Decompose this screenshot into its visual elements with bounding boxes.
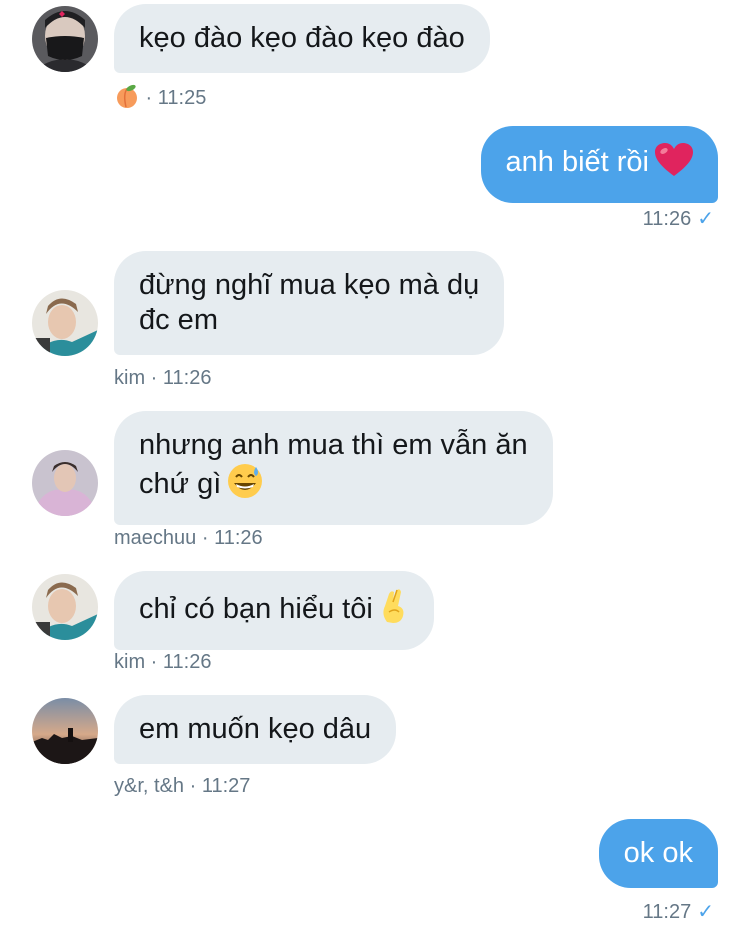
meta-separator: · (196, 527, 215, 549)
message-meta: y&r, t&h · 11:27 (114, 775, 250, 798)
red-heart-icon (655, 143, 693, 186)
sender-name[interactable]: kim (114, 651, 145, 673)
message-time: 11:27 (642, 901, 692, 923)
peach-icon (114, 83, 140, 115)
message-meta: 11:27 ✓ (643, 899, 714, 924)
message-text: chỉ có bạn hiểu tôi (139, 593, 373, 625)
crossed-fingers-icon (379, 588, 409, 633)
meta-separator: · (145, 367, 163, 389)
avatar-maechuu[interactable] (32, 450, 98, 516)
message-time: 11:26 (162, 367, 212, 389)
message-text: kẹo đào kẹo đào kẹo đào (139, 22, 465, 54)
message-meta: 11:26 ✓ (643, 206, 714, 231)
sender-name[interactable]: y&r, t&h (114, 775, 184, 797)
message-text: nhưng anh mua thì em vẫn ăn chứ gì (139, 429, 528, 500)
message-bubble-outgoing[interactable]: anh biết rồi (480, 126, 718, 203)
meta-separator: · (184, 775, 202, 797)
avatar-kim[interactable] (32, 574, 98, 640)
read-check-icon: ✓ (697, 901, 714, 923)
message-meta: kim · 11:26 (114, 367, 211, 390)
message-time: 11:27 (201, 775, 251, 797)
message-meta: maechuu · 11:26 (114, 527, 263, 550)
message-text: đừng nghĩ mua kẹo mà dụ đc em (139, 269, 480, 336)
message-bubble-incoming[interactable]: nhưng anh mua thì em vẫn ăn chứ gì (114, 411, 553, 525)
read-check-icon: ✓ (697, 208, 714, 230)
message-meta: · 11:25 (114, 83, 206, 115)
avatar-kim[interactable] (32, 290, 98, 356)
avatar-sunset[interactable] (32, 698, 98, 764)
message-time: 11:26 (642, 208, 692, 230)
message-bubble-incoming[interactable]: em muốn kẹo dâu (114, 695, 397, 764)
sender-name[interactable]: maechuu (114, 527, 196, 549)
meta-separator: · (140, 87, 158, 109)
grinning-sweat-icon (227, 463, 263, 508)
message-time: 11:26 (162, 651, 212, 673)
message-bubble-incoming[interactable]: chỉ có bạn hiểu tôi (114, 571, 434, 650)
message-time: 11:26 (214, 527, 263, 549)
message-text: em muốn kẹo dâu (139, 713, 372, 745)
message-bubble-incoming[interactable]: kẹo đào kẹo đào kẹo đào (114, 4, 490, 73)
message-meta: kim · 11:26 (114, 651, 211, 674)
message-bubble-outgoing[interactable]: ok ok (598, 819, 718, 888)
sender-name[interactable]: kim (114, 367, 145, 389)
message-text: anh biết rồi (505, 146, 650, 178)
avatar-masked-user[interactable] (32, 6, 98, 72)
message-bubble-incoming[interactable]: đừng nghĩ mua kẹo mà dụ đc em (114, 251, 505, 355)
meta-separator: · (145, 651, 163, 673)
message-time: 11:25 (157, 87, 207, 109)
message-text: ok ok (623, 837, 693, 869)
